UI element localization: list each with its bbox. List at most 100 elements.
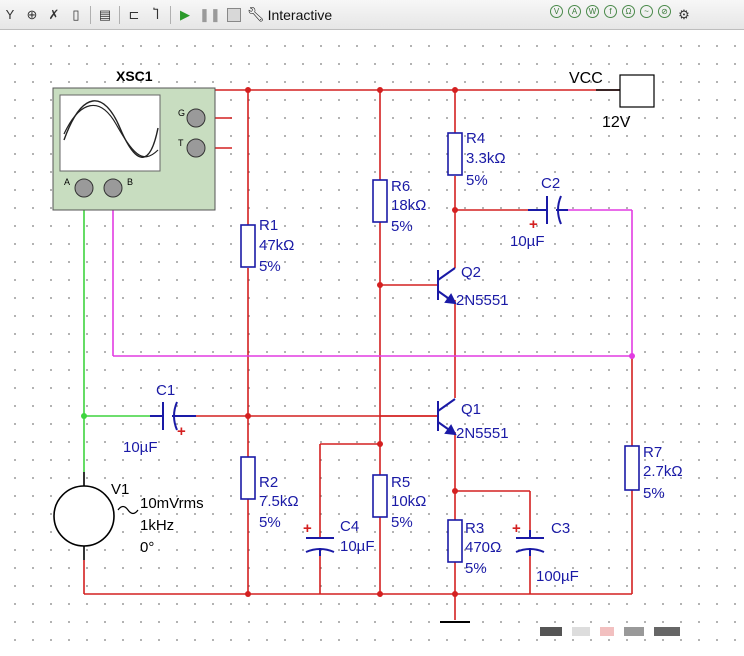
sim-icon-4[interactable]: f <box>604 4 617 18</box>
tool-icon[interactable]: ✗ <box>46 5 62 25</box>
resistor-r1[interactable] <box>240 224 256 268</box>
source-labels: V1 10mVrms 1kHz 0° <box>111 481 204 556</box>
r6-ref: R6 <box>391 178 410 195</box>
pause-icon[interactable]: ❚❚ <box>199 5 221 25</box>
oscilloscope-name: XSC1 <box>116 68 153 84</box>
q1-model: 2N5551 <box>456 425 509 442</box>
r7-value: 2.7kΩ <box>643 463 683 480</box>
r4-ref: R4 <box>466 130 485 147</box>
r3-value: 470Ω <box>465 539 501 556</box>
component-icon[interactable]: ▯ <box>68 5 84 25</box>
source-circle <box>53 485 115 547</box>
c4-value: 10µF <box>340 538 375 555</box>
capacitor-c1[interactable] <box>150 401 196 431</box>
toolbar-divider <box>170 5 171 24</box>
vcc-voltage: 12V <box>602 114 631 131</box>
resistor-r6[interactable] <box>372 179 388 223</box>
simulation-toolbar: V A W f Ω ~ ⊘ ⚙︎ <box>550 4 744 25</box>
junction-dot <box>81 413 87 419</box>
v1-frequency: 1kHz <box>140 517 174 534</box>
polarity-marks: + + + + <box>177 216 538 537</box>
capacitor-c4[interactable] <box>305 537 335 556</box>
r6-tolerance: 5% <box>391 218 413 235</box>
oscilloscope-xsc1[interactable]: XSC1 G T A B <box>52 68 216 211</box>
vcc-source[interactable]: VCC 12V <box>569 70 655 131</box>
sim-icon-1[interactable]: V <box>550 4 563 18</box>
r7-ref: R7 <box>643 444 662 461</box>
stop-icon[interactable] <box>226 7 241 22</box>
scope-terminal-g[interactable] <box>186 108 206 128</box>
watermark-block <box>600 626 614 636</box>
gear-icon[interactable]: ⚙︎ <box>676 5 692 25</box>
c4-plus-mark: + <box>303 520 312 537</box>
c1-plus-mark: + <box>177 423 186 440</box>
play-icon[interactable]: ▶ <box>177 5 193 25</box>
c3-plus-mark: + <box>512 520 521 537</box>
interactive-mode-label: Interactive <box>267 6 333 23</box>
c3-ref: C3 <box>551 520 570 537</box>
schematic-canvas[interactable]: XSC1 G T A B VCC 12V + + + + R1 47kΩ 5% … <box>0 31 744 651</box>
r4-tolerance: 5% <box>466 172 488 189</box>
toolbar-divider <box>90 5 91 24</box>
c2-ref: C2 <box>541 175 560 192</box>
sim-icon-5[interactable]: Ω <box>622 4 635 18</box>
r1-tolerance: 5% <box>259 258 281 275</box>
q2-model: 2N5551 <box>456 292 509 309</box>
v1-phase: 0° <box>140 539 154 556</box>
scope-pin-g-label: G <box>178 108 185 118</box>
c3-value: 100µF <box>536 568 579 585</box>
toolbar-divider <box>119 5 120 24</box>
v1-ref: V1 <box>111 481 129 498</box>
c4-ref: C4 <box>340 518 359 535</box>
v1-amplitude: 10mVrms <box>140 495 204 512</box>
r7-tolerance: 5% <box>643 485 665 502</box>
watermark-block <box>540 626 562 636</box>
r2-ref: R2 <box>259 474 278 491</box>
schematic-svg: XSC1 G T A B VCC 12V + + + + R1 47kΩ 5% … <box>52 68 683 623</box>
vcc-label: VCC <box>569 70 603 87</box>
step-icon[interactable]: Ⴈ <box>148 5 164 25</box>
scope-pin-a-label: A <box>64 177 70 187</box>
meter-icon[interactable]: ⊕ <box>24 5 40 25</box>
r2-value: 7.5kΩ <box>259 493 299 510</box>
scope-terminal-a[interactable] <box>74 178 94 198</box>
transistor-q2[interactable] <box>437 267 457 305</box>
sim-icon-2[interactable]: A <box>568 4 581 18</box>
resistor-r4[interactable] <box>447 132 463 176</box>
r2-tolerance: 5% <box>259 514 281 531</box>
resistor-r2[interactable] <box>240 456 256 500</box>
scope-pin-b-label: B <box>127 177 133 187</box>
wire-icon[interactable]: ⊏ <box>126 5 142 25</box>
wrench-icon: 🔧︎ <box>246 6 265 22</box>
probe-icon[interactable]: Y <box>2 5 18 25</box>
vcc-box <box>619 74 655 108</box>
sim-icon-3[interactable]: W <box>586 4 599 18</box>
sine-symbol-icon <box>117 505 139 515</box>
sim-icon-6[interactable]: ~ <box>640 4 653 18</box>
r3-ref: R3 <box>465 520 484 537</box>
green-wires <box>83 198 150 472</box>
c1-ref: C1 <box>156 382 175 399</box>
pin-icon[interactable]: ▤ <box>97 5 113 25</box>
r1-value: 47kΩ <box>259 237 294 254</box>
c1-value: 10µF <box>123 439 158 456</box>
oscilloscope-screen <box>59 94 161 172</box>
r1-ref: R1 <box>259 217 278 234</box>
resistor-r3[interactable] <box>447 519 463 563</box>
watermark-block <box>624 626 644 636</box>
transistor-q1[interactable] <box>437 398 457 436</box>
r6-value: 18kΩ <box>391 197 426 214</box>
interactive-mode-button[interactable]: 🔧︎ Interactive <box>247 6 332 23</box>
capacitors <box>150 195 568 556</box>
scope-terminal-t[interactable] <box>186 138 206 158</box>
scope-terminal-b[interactable] <box>103 178 123 198</box>
r3-tolerance: 5% <box>465 560 487 577</box>
sim-icon-7[interactable]: ⊘ <box>658 4 671 18</box>
r5-ref: R5 <box>391 474 410 491</box>
watermark-block <box>654 626 680 636</box>
c2-plus-mark: + <box>529 216 538 233</box>
r5-value: 10kΩ <box>391 493 426 510</box>
resistor-r5[interactable] <box>372 474 388 518</box>
r5-tolerance: 5% <box>391 514 413 531</box>
resistor-r7[interactable] <box>624 445 640 491</box>
